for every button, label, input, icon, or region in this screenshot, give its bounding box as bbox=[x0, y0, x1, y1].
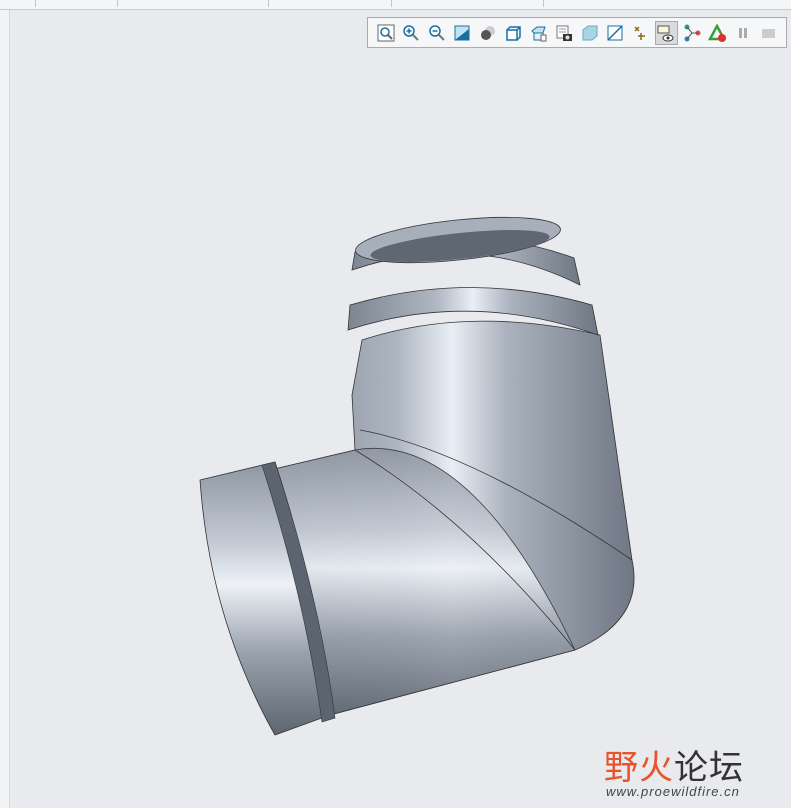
3d-model-elbow-pipe[interactable] bbox=[0, 0, 791, 808]
refit-icon bbox=[377, 24, 395, 41]
display-style-button[interactable] bbox=[476, 21, 500, 45]
spin-center-icon bbox=[657, 25, 674, 41]
appearance-button[interactable] bbox=[706, 21, 730, 45]
spin-center-button[interactable] bbox=[654, 20, 678, 45]
appearance-icon bbox=[708, 23, 727, 42]
annotation-display-button[interactable] bbox=[629, 21, 653, 45]
repaint-button[interactable] bbox=[451, 21, 475, 45]
pause-button[interactable] bbox=[731, 21, 755, 45]
pause-icon bbox=[738, 27, 747, 38]
disabled-button[interactable] bbox=[757, 21, 781, 45]
zoom-in-button[interactable] bbox=[400, 21, 424, 45]
view-manager-button[interactable] bbox=[527, 21, 551, 45]
zoom-out-button[interactable] bbox=[425, 21, 449, 45]
disabled-icon bbox=[762, 28, 776, 38]
zoom-out-icon bbox=[429, 24, 445, 41]
perspective-view-icon bbox=[556, 25, 573, 41]
section-button[interactable] bbox=[578, 21, 602, 45]
perspective-view-button[interactable] bbox=[553, 21, 577, 45]
refit-button[interactable] bbox=[374, 21, 398, 45]
saved-orientations-button[interactable] bbox=[502, 21, 526, 45]
connections-button[interactable] bbox=[680, 21, 704, 45]
annotation-display-icon bbox=[634, 25, 645, 40]
saved-orientations-icon bbox=[506, 25, 521, 41]
connections-icon bbox=[684, 24, 701, 41]
view-manager-icon bbox=[531, 26, 547, 41]
view-toolbar bbox=[367, 17, 787, 48]
datum-display-button[interactable] bbox=[604, 21, 628, 45]
section-icon bbox=[582, 25, 598, 40]
forum-watermark-logo: 野火论坛 www.proewildfire.cn bbox=[604, 749, 744, 799]
zoom-in-icon bbox=[403, 24, 419, 41]
repaint-icon bbox=[454, 25, 470, 40]
datum-display-icon bbox=[607, 24, 623, 41]
display-style-icon bbox=[480, 25, 495, 40]
